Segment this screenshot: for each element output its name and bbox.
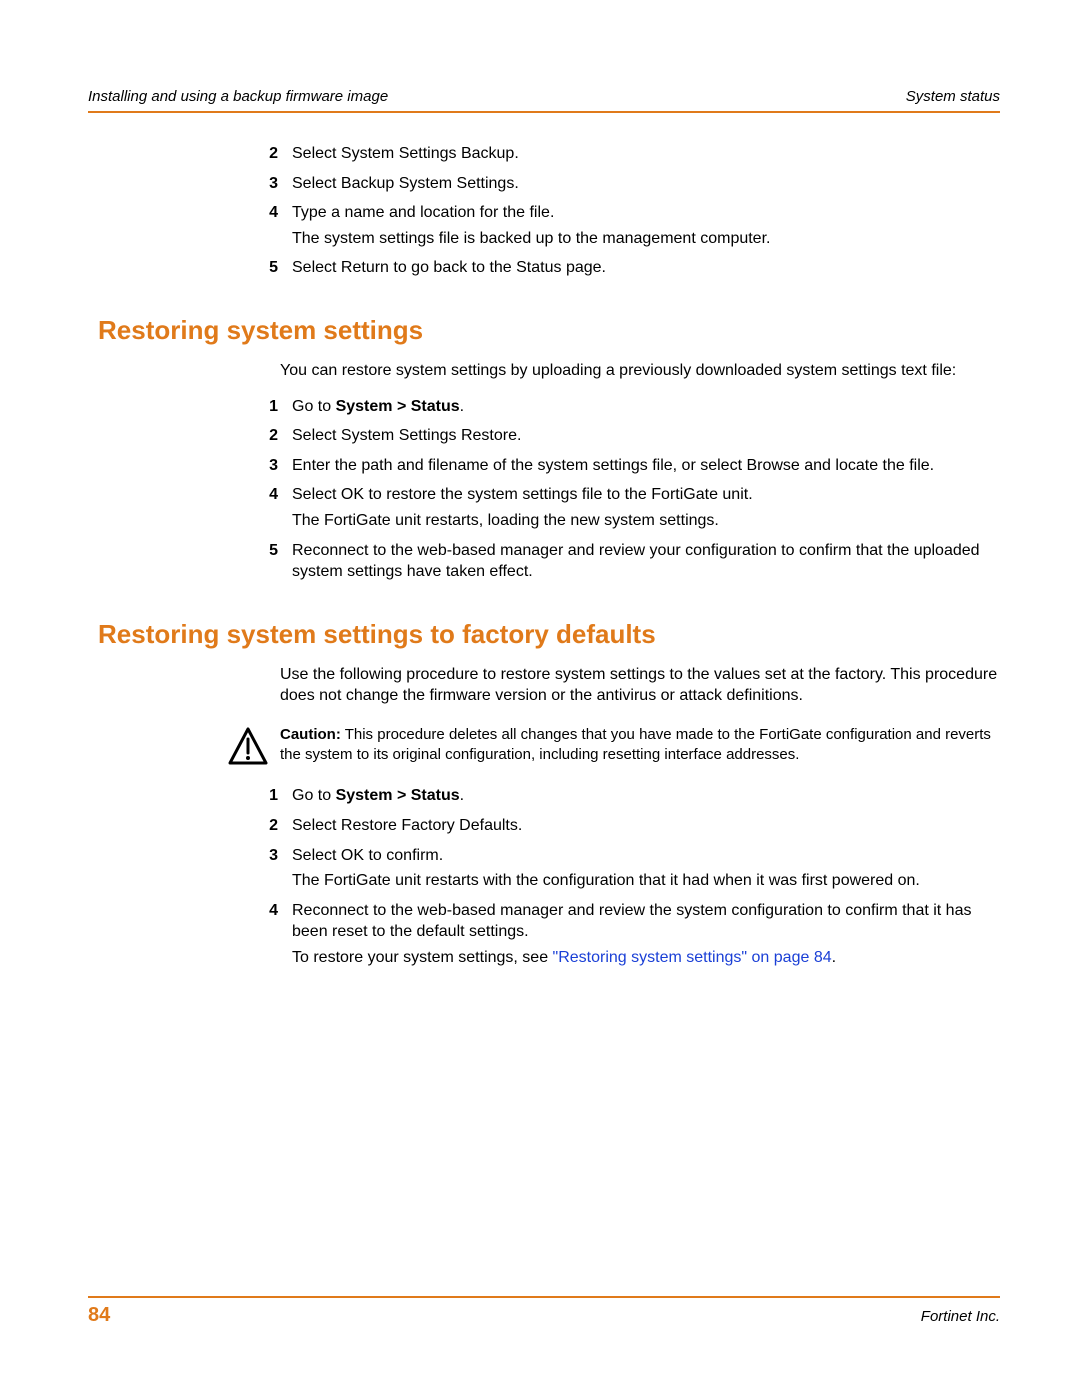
header-left: Installing and using a backup firmware i…	[88, 88, 388, 105]
link-pre: To restore your system settings, see	[292, 949, 553, 966]
caution-block: Caution: This procedure deletes all chan…	[228, 725, 1000, 766]
step-text: Reconnect to the web-based manager and r…	[292, 902, 971, 941]
list-item: 3 Select Backup System Settings.	[88, 173, 1000, 195]
list-item: 1 Go to System > Status.	[88, 785, 1000, 807]
step-number: 2	[248, 425, 278, 447]
footer-company: Fortinet Inc.	[921, 1308, 1000, 1325]
footer: 84 Fortinet Inc.	[88, 1296, 1000, 1327]
step-subtext: The FortiGate unit restarts with the con…	[292, 870, 1000, 892]
step-subtext: The system settings file is backed up to…	[292, 228, 1000, 250]
header-row: Installing and using a backup firmware i…	[88, 88, 1000, 111]
list-item: 5 Reconnect to the web-based manager and…	[88, 540, 1000, 583]
step-text: Select System Settings Restore.	[292, 427, 521, 444]
list-item: 2 Select System Settings Restore.	[88, 425, 1000, 447]
section-heading-restoring: Restoring system settings	[98, 315, 1000, 346]
step-number: 1	[248, 396, 278, 418]
step-number: 4	[248, 202, 278, 249]
step-text: Select OK to restore the system settings…	[292, 486, 753, 503]
footer-rule	[88, 1296, 1000, 1298]
step-link-line: To restore your system settings, see "Re…	[292, 947, 1000, 969]
step-text: Enter the path and filename of the syste…	[292, 457, 934, 474]
list-item: 2 Select Restore Factory Defaults.	[88, 815, 1000, 837]
step-text: Reconnect to the web-based manager and r…	[292, 542, 980, 581]
step-number: 3	[248, 845, 278, 892]
header-right: System status	[906, 88, 1000, 105]
step-pre: Go to	[292, 787, 336, 804]
header-rule	[88, 111, 1000, 113]
step-text: Select Restore Factory Defaults.	[292, 817, 522, 834]
caution-label: Caution:	[280, 726, 341, 743]
step-text: Type a name and location for the file.	[292, 204, 554, 221]
list-item: 3 Enter the path and filename of the sys…	[88, 455, 1000, 477]
section-heading-factory: Restoring system settings to factory def…	[98, 619, 1000, 650]
sect1-list: 1 Go to System > Status. 2 Select System…	[88, 396, 1000, 583]
step-number: 5	[248, 257, 278, 279]
step-text: Select OK to confirm.	[292, 847, 443, 864]
step-bold: System > Status	[336, 787, 460, 804]
step-number: 4	[248, 484, 278, 531]
list-item: 5 Select Return to go back to the Status…	[88, 257, 1000, 279]
list-item: 4 Reconnect to the web-based manager and…	[88, 900, 1000, 969]
step-post: .	[460, 398, 464, 415]
step-number: 5	[248, 540, 278, 583]
step-subtext: The FortiGate unit restarts, loading the…	[292, 510, 1000, 532]
step-text: Select System Settings Backup.	[292, 145, 519, 162]
page-number: 84	[88, 1304, 110, 1327]
page: Installing and using a backup firmware i…	[0, 0, 1080, 1397]
caution-text: Caution: This procedure deletes all chan…	[280, 725, 1000, 766]
top-list: 2 Select System Settings Backup. 3 Selec…	[88, 143, 1000, 279]
step-number: 2	[248, 815, 278, 837]
step-bold: System > Status	[336, 398, 460, 415]
step-number: 2	[248, 143, 278, 165]
cross-ref-link[interactable]: "Restoring system settings" on page 84	[553, 949, 832, 966]
link-post: .	[832, 949, 836, 966]
step-post: .	[460, 787, 464, 804]
list-item: 2 Select System Settings Backup.	[88, 143, 1000, 165]
step-number: 3	[248, 455, 278, 477]
warning-icon	[228, 727, 268, 765]
step-pre: Go to	[292, 398, 336, 415]
list-item: 4 Select OK to restore the system settin…	[88, 484, 1000, 531]
list-item: 4 Type a name and location for the file.…	[88, 202, 1000, 249]
step-number: 3	[248, 173, 278, 195]
step-number: 4	[248, 900, 278, 969]
step-text: Select Return to go back to the Status p…	[292, 259, 606, 276]
caution-body: This procedure deletes all changes that …	[280, 726, 991, 763]
list-item: 1 Go to System > Status.	[88, 396, 1000, 418]
sect2-list: 1 Go to System > Status. 2 Select Restor…	[88, 785, 1000, 968]
step-text: Select Backup System Settings.	[292, 175, 519, 192]
step-number: 1	[248, 785, 278, 807]
list-item: 3 Select OK to confirm. The FortiGate un…	[88, 845, 1000, 892]
section-intro: You can restore system settings by uploa…	[280, 360, 1000, 382]
section-intro: Use the following procedure to restore s…	[280, 664, 1000, 707]
